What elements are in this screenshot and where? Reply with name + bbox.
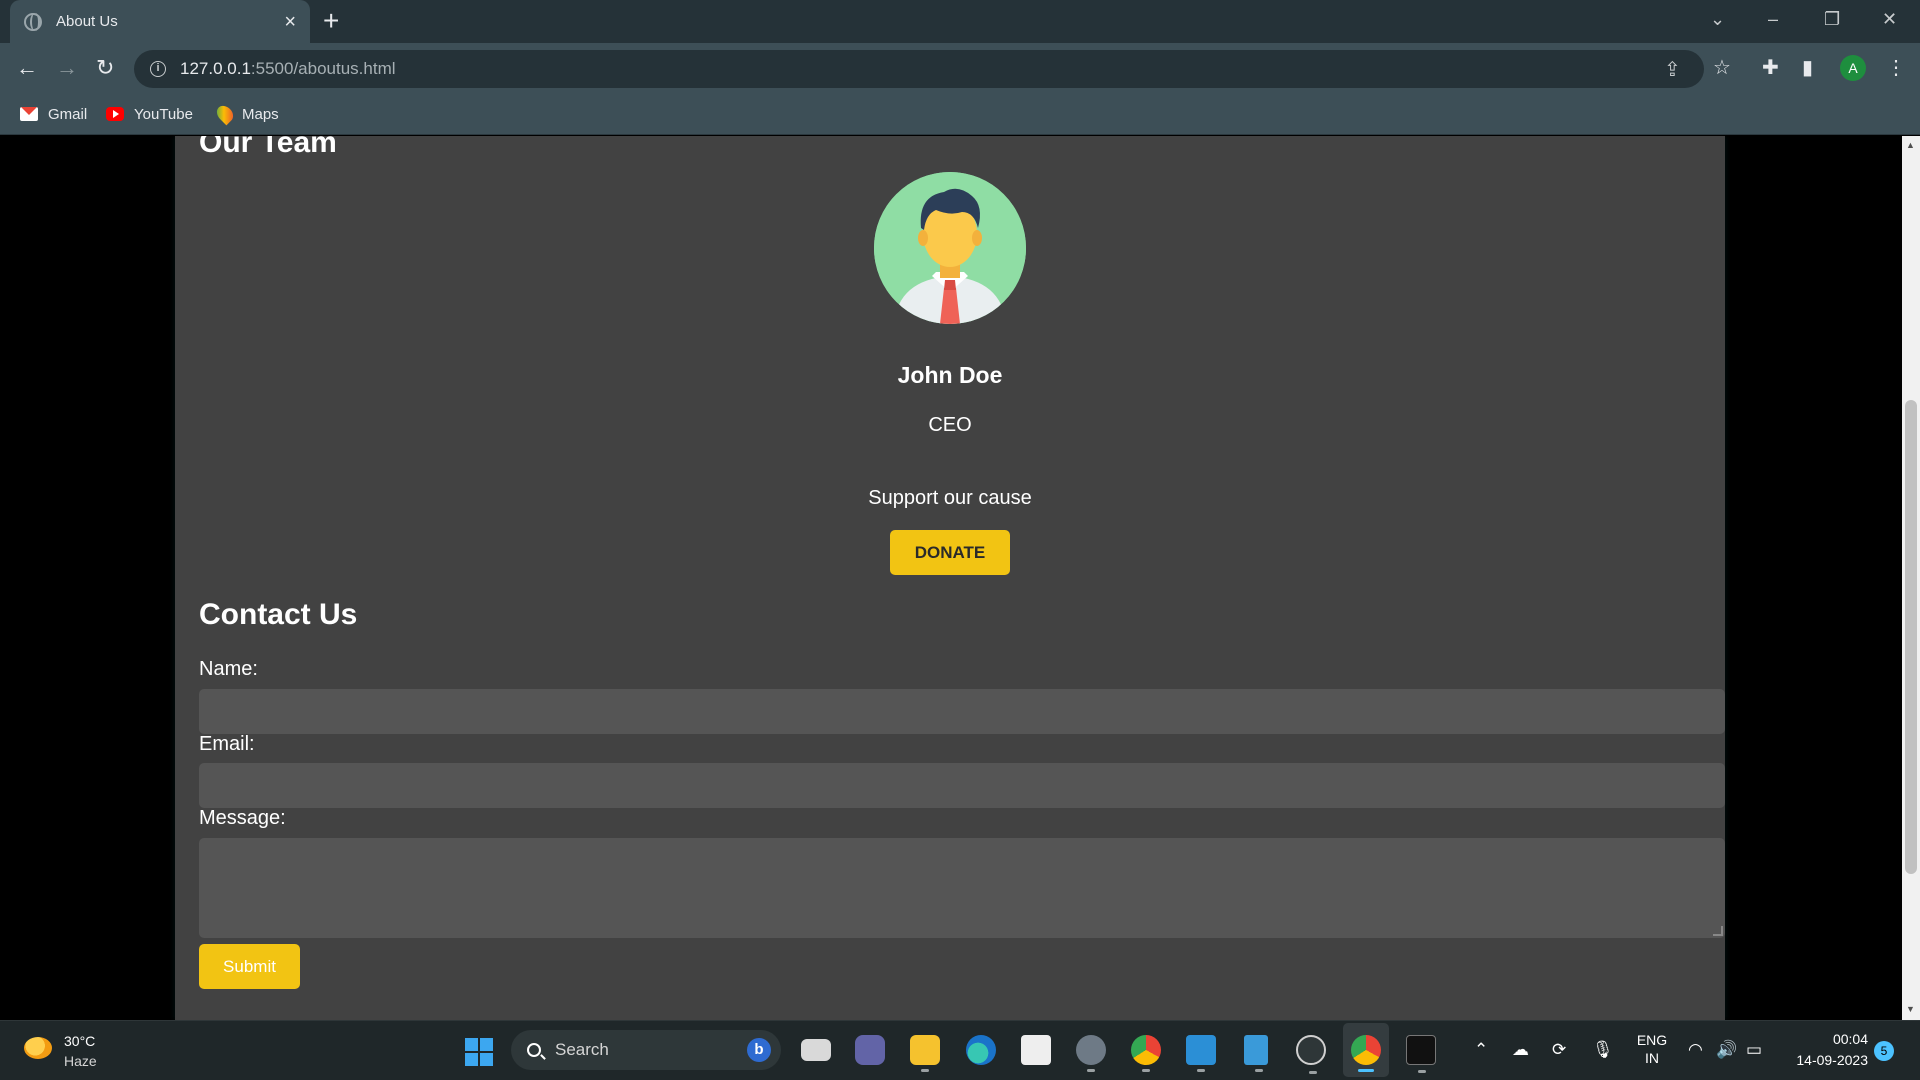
edge-icon[interactable] (966, 1035, 996, 1065)
wifi-icon[interactable]: ◠ (1688, 1039, 1703, 1061)
page-viewport: Our Team John Doe CEO Support our cause … (0, 136, 1902, 1020)
member-name: John Doe (897, 362, 1003, 388)
chrome-active-icon[interactable] (1351, 1035, 1381, 1072)
bookmarks-bar: Gmail YouTube Maps (0, 95, 1920, 135)
bookmark-maps[interactable]: Maps (213, 95, 279, 133)
support-text: Support our cause (868, 487, 1032, 509)
globe-icon (24, 12, 42, 31)
region-code: IN (1645, 1050, 1659, 1066)
browser-toolbar: ← → ↻ i 127.0.0.1:5500/aboutus.html ⇪ ☆ … (0, 43, 1920, 95)
taskbar-search[interactable]: Search b (511, 1030, 781, 1070)
menu-kebab-icon[interactable]: ⋮ (1886, 55, 1906, 81)
share-icon[interactable]: ⇪ (1664, 60, 1681, 80)
close-window-button[interactable]: ✕ (1882, 4, 1897, 34)
submit-button[interactable]: Submit (199, 944, 300, 989)
weather-description[interactable]: Haze (64, 1053, 97, 1069)
clock-time[interactable]: 00:04 (1800, 1031, 1868, 1047)
site-info-icon[interactable]: i (150, 61, 166, 77)
bookmark-star-icon[interactable]: ☆ (1713, 55, 1731, 81)
message-label: Message: (199, 807, 286, 829)
bookmark-label: Gmail (48, 105, 88, 123)
chrome-profile-icon[interactable] (1131, 1035, 1161, 1072)
gmail-icon (20, 107, 38, 121)
vscode-icon[interactable] (1186, 1035, 1216, 1072)
bing-icon[interactable]: b (747, 1038, 771, 1062)
windows-taskbar: 30°C Haze Search b ⌃ ☁ ⟳ 🎙 ENG IN ◠ 🔊 ▭ … (0, 1020, 1920, 1080)
weather-temperature[interactable]: 30°C (64, 1033, 95, 1049)
person-avatar-icon (874, 172, 1026, 324)
close-tab-icon[interactable]: × (284, 12, 296, 32)
teams-chat-icon[interactable] (855, 1035, 885, 1065)
scroll-up-arrow-icon[interactable]: ▲ (1906, 140, 1915, 150)
name-label: Name: (199, 658, 258, 680)
reload-button[interactable]: ↻ (96, 55, 114, 81)
restore-button[interactable]: ❐ (1824, 4, 1840, 34)
terminal-icon[interactable] (1406, 1035, 1436, 1073)
message-textarea[interactable] (199, 838, 1725, 938)
bookmark-gmail[interactable]: Gmail (20, 95, 87, 133)
address-bar[interactable]: i 127.0.0.1:5500/aboutus.html ⇪ (134, 50, 1704, 88)
page-scrollbar[interactable]: ▲ ▼ (1902, 136, 1920, 1020)
language-code: ENG (1636, 1032, 1668, 1048)
search-icon (527, 1043, 541, 1057)
minimize-button[interactable]: – (1768, 4, 1778, 34)
youtube-icon (106, 107, 124, 121)
page-content: Our Team John Doe CEO Support our cause … (175, 136, 1725, 1020)
extensions-icon[interactable]: ✚ (1762, 55, 1779, 81)
scrollbar-thumb[interactable] (1905, 400, 1917, 874)
tab-about-us[interactable]: About Us × (10, 0, 310, 43)
member-role: CEO (928, 414, 972, 436)
team-member-avatar (874, 172, 1026, 324)
url-path: :5500/aboutus.html (250, 59, 396, 78)
scroll-down-arrow-icon[interactable]: ▼ (1906, 1004, 1915, 1014)
tab-title: About Us (56, 13, 118, 30)
bookmark-youtube[interactable]: YouTube (106, 95, 193, 133)
notepad-icon[interactable] (1244, 1035, 1268, 1072)
file-explorer-icon[interactable] (910, 1035, 940, 1072)
forward-button[interactable]: → (56, 55, 78, 81)
tab-search-chevron-icon[interactable]: ⌄ (1710, 4, 1725, 34)
battery-icon[interactable]: ▭ (1746, 1039, 1762, 1061)
obs-icon[interactable] (1296, 1035, 1326, 1074)
donate-button[interactable]: DONATE (890, 530, 1010, 575)
team-heading: Our Team (199, 136, 337, 159)
microphone-icon[interactable]: 🎙 (1592, 1039, 1614, 1061)
maps-icon (213, 102, 237, 126)
new-tab-button[interactable]: + (323, 6, 339, 36)
microsoft-store-icon[interactable] (1021, 1035, 1051, 1065)
email-input[interactable] (199, 763, 1725, 808)
language-indicator[interactable]: ENG IN (1636, 1031, 1668, 1067)
notification-badge[interactable]: 5 (1874, 1041, 1894, 1061)
back-button[interactable]: ← (16, 55, 38, 81)
url-host: 127.0.0.1 (180, 59, 251, 78)
profile-avatar[interactable]: A (1840, 55, 1866, 81)
email-label: Email: (199, 733, 255, 755)
task-view-icon[interactable] (801, 1039, 831, 1061)
side-panel-icon[interactable]: ▮ (1802, 55, 1813, 81)
tab-strip: About Us × + ⌄ – ❐ ✕ (0, 0, 1920, 43)
volume-icon[interactable]: 🔊 (1716, 1039, 1737, 1061)
name-input[interactable] (199, 689, 1725, 734)
onedrive-cloud-icon[interactable]: ☁ (1512, 1039, 1529, 1061)
start-button[interactable] (465, 1038, 493, 1066)
contact-heading: Contact Us (199, 598, 358, 631)
show-hidden-icons-chevron-icon[interactable]: ⌃ (1474, 1039, 1488, 1061)
search-label: Search (555, 1040, 609, 1059)
settings-gear-icon[interactable] (1076, 1035, 1106, 1072)
clock-date[interactable]: 14-09-2023 (1780, 1052, 1868, 1068)
windows-logo-icon (465, 1038, 478, 1051)
bookmark-label: YouTube (134, 105, 193, 123)
sync-icon[interactable]: ⟳ (1552, 1039, 1566, 1061)
bookmark-label: Maps (242, 105, 279, 123)
weather-haze-icon[interactable] (24, 1037, 52, 1059)
resize-grip-icon[interactable] (1713, 926, 1723, 936)
